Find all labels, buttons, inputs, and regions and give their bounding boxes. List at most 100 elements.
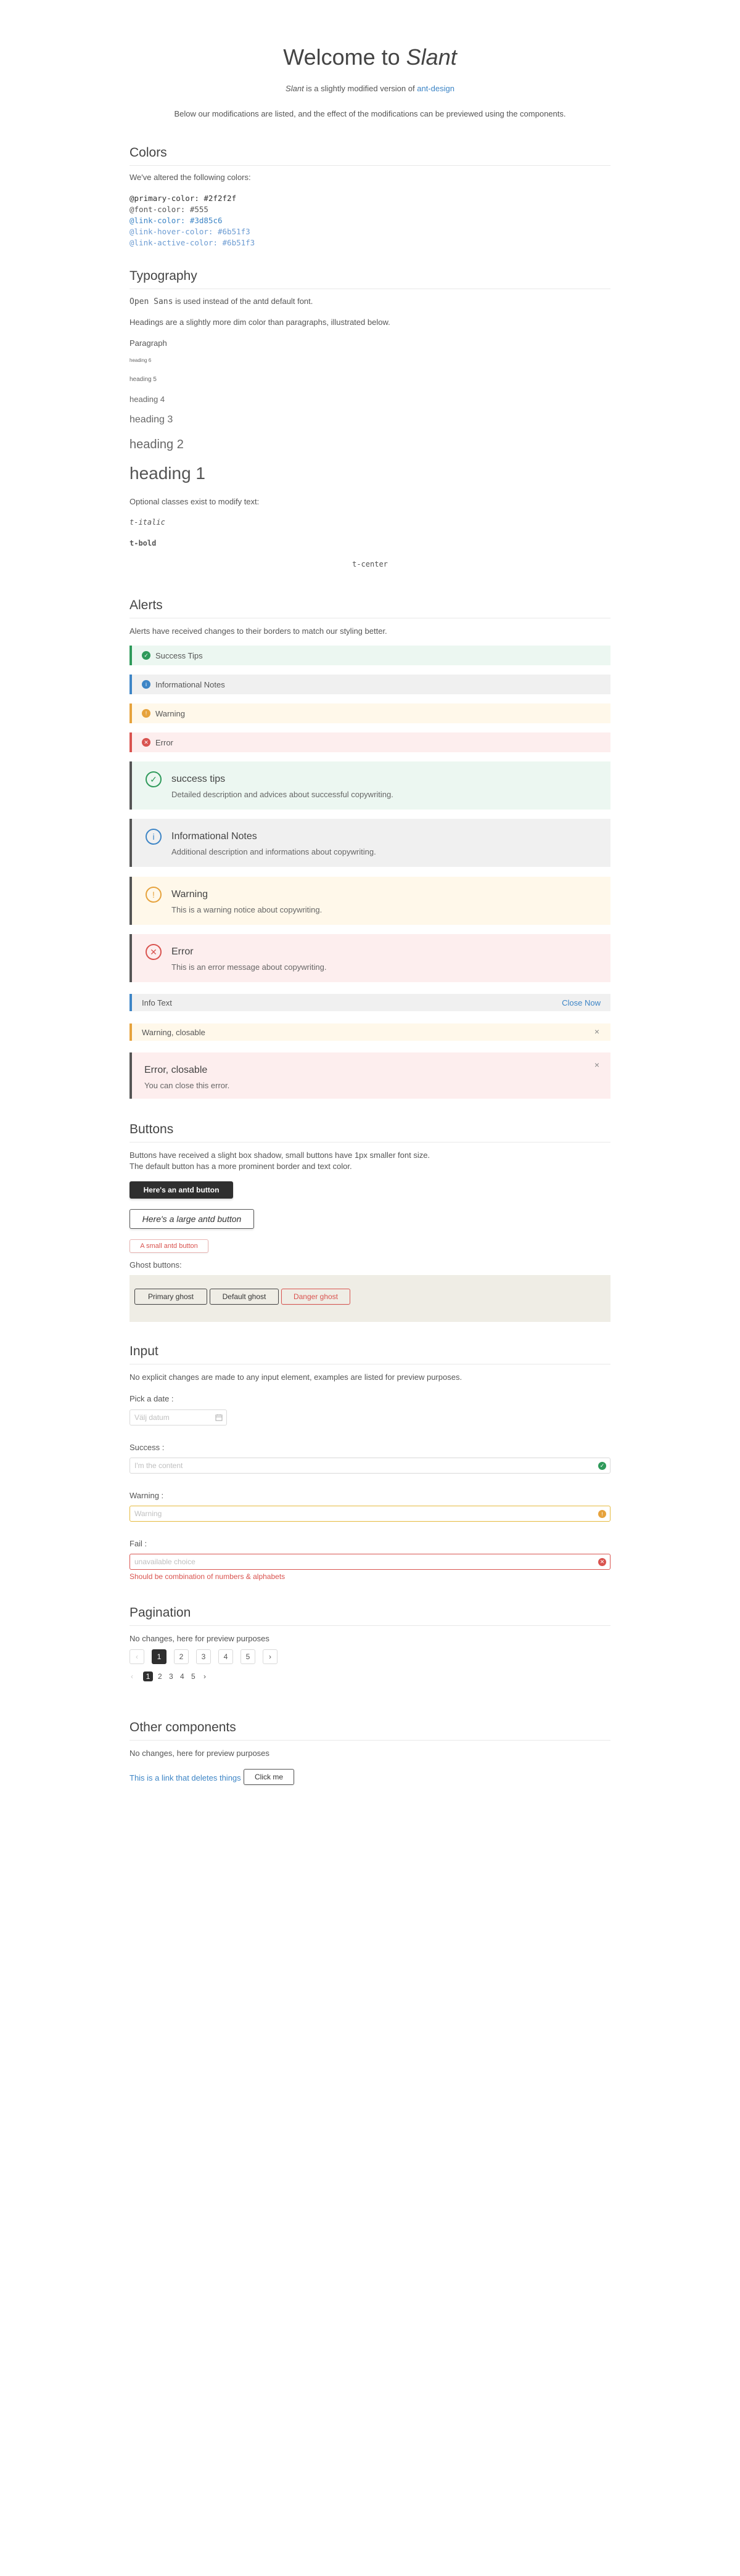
close-circle-icon: ✕: [142, 738, 150, 747]
page-button[interactable]: 2: [174, 1649, 189, 1664]
warning-input[interactable]: Warning !: [130, 1506, 610, 1522]
alert-title: Error: [171, 946, 194, 957]
alert-warning-text: Warning: [155, 708, 185, 718]
close-now-link[interactable]: Close Now: [562, 998, 601, 1007]
page-button[interactable]: 4: [218, 1649, 233, 1664]
other-components-heading: Other components: [130, 1720, 610, 1741]
alerts-heading: Alerts: [130, 598, 610, 618]
page-button[interactable]: 3: [169, 1672, 173, 1681]
alert-success: ✓ Success Tips: [130, 646, 610, 665]
fail-label: Fail :: [130, 1539, 147, 1548]
page-button[interactable]: 3: [196, 1649, 211, 1664]
primary-ghost-button[interactable]: Primary ghost: [134, 1289, 207, 1305]
buttons-desc-2: The default button has a more prominent …: [130, 1162, 352, 1171]
alert-title: Warning: [171, 889, 208, 900]
exclamation-circle-icon: !: [146, 887, 162, 903]
date-picker[interactable]: Välj datum: [130, 1409, 227, 1425]
alert-info-detailed: i Informational Notes Additional descrip…: [130, 819, 610, 867]
next-page-button[interactable]: ›: [204, 1672, 206, 1681]
page-button[interactable]: 1: [152, 1649, 166, 1664]
success-label: Success :: [130, 1443, 165, 1452]
check-circle-icon: ✓: [142, 651, 150, 660]
ant-design-link[interactable]: ant-design: [417, 84, 454, 93]
color-variable-line: @link-active-color: #6b51f3: [130, 238, 255, 247]
calendar-icon: [215, 1414, 223, 1421]
paragraph-sample: Paragraph: [130, 338, 167, 348]
success-placeholder: I'm the content: [134, 1461, 183, 1470]
alert-description: This is a warning notice about copywriti…: [171, 905, 323, 914]
info-circle-icon: i: [142, 680, 150, 689]
bold-sample: t-bold: [130, 539, 157, 548]
alert-title: Informational Notes: [171, 831, 257, 842]
pagination-intro: No changes, here for preview purposes: [130, 1634, 269, 1643]
alert-title: success tips: [171, 774, 226, 784]
alert-description: This is an error message about copywriti…: [171, 962, 327, 972]
prev-page-button[interactable]: ‹: [131, 1672, 133, 1681]
page-button[interactable]: 2: [158, 1672, 162, 1681]
prev-page-button[interactable]: ‹: [130, 1649, 144, 1664]
alert-error-detailed: ✕ Error This is an error message about c…: [130, 934, 610, 982]
delete-link[interactable]: This is a link that deletes things: [130, 1773, 241, 1782]
heading-2-sample: heading 2: [130, 438, 184, 451]
close-icon[interactable]: ×: [594, 1060, 599, 1070]
alerts-intro: Alerts have received changes to their bo…: [130, 626, 387, 636]
alert-info-text: Informational Notes: [155, 679, 225, 689]
page-button[interactable]: 4: [180, 1672, 184, 1681]
intro-subtext: Below our modifications are listed, and …: [174, 109, 566, 118]
italic-sample: t-italic: [130, 518, 165, 527]
heading-3-sample: heading 3: [130, 414, 173, 425]
exclamation-circle-icon: !: [598, 1510, 606, 1518]
heading-1-sample: heading 1: [130, 464, 206, 483]
alert-description: Detailed description and advices about s…: [171, 790, 393, 799]
color-variable-line: @primary-color: #2f2f2f: [130, 194, 237, 203]
other-intro: No changes, here for preview purposes: [130, 1749, 269, 1758]
warning-label: Warning :: [130, 1491, 164, 1500]
click-me-button[interactable]: Click me: [244, 1769, 294, 1785]
alert-warning-detailed: ! Warning This is a warning notice about…: [130, 877, 610, 925]
fail-input[interactable]: unavailable choice ✕: [130, 1554, 610, 1570]
color-variable-line: @font-color: #555: [130, 205, 208, 214]
small-danger-button[interactable]: A small antd button: [130, 1239, 208, 1253]
page-button[interactable]: 5: [191, 1672, 195, 1681]
heading-4-sample: heading 4: [130, 395, 165, 404]
intro-text: Slant is a slightly modified version of …: [286, 84, 454, 93]
alert-description: Additional description and informations …: [171, 847, 376, 856]
buttons-desc-1: Buttons have received a slight box shado…: [130, 1151, 430, 1160]
optional-classes-note: Optional classes exist to modify text:: [130, 497, 260, 506]
color-variable-line: @link-hover-color: #6b51f3: [130, 227, 250, 236]
alert-error-text: Error: [155, 737, 173, 747]
alert-info-text: Info Text: [142, 998, 172, 1007]
buttons-heading: Buttons: [130, 1122, 610, 1142]
color-variable-line: @link-color: #3d85c6: [130, 216, 223, 225]
page-button[interactable]: 1: [143, 1672, 153, 1681]
next-page-button[interactable]: ›: [263, 1649, 278, 1664]
large-button[interactable]: Here's a large antd button: [130, 1209, 254, 1229]
warning-placeholder: Warning: [134, 1509, 162, 1518]
input-intro: No explicit changes are made to any inpu…: [130, 1372, 462, 1382]
pagination-heading: Pagination: [130, 1606, 610, 1626]
check-circle-icon: ✓: [146, 771, 162, 787]
date-placeholder: Välj datum: [134, 1413, 170, 1422]
alert-error-closable: Error, closable You can close this error…: [130, 1052, 610, 1099]
alert-success-text: Success Tips: [155, 650, 203, 660]
alert-info-closable: Info Text Close Now: [130, 994, 610, 1011]
danger-ghost-button[interactable]: Danger ghost: [281, 1289, 350, 1305]
default-ghost-button[interactable]: Default ghost: [210, 1289, 279, 1305]
page-title: Welcome to Slant: [283, 44, 457, 70]
alert-success-detailed: ✓ success tips Detailed description and …: [130, 761, 610, 810]
close-circle-icon: ✕: [598, 1558, 606, 1566]
close-circle-icon: ✕: [146, 944, 162, 960]
alert-warning-text: Warning, closable: [142, 1027, 205, 1037]
heading-5-sample: heading 5: [130, 376, 157, 383]
alert-description: You can close this error.: [144, 1081, 230, 1090]
success-input[interactable]: I'm the content ✓: [130, 1458, 610, 1474]
alert-title: Error, closable: [144, 1065, 208, 1075]
fail-placeholder: unavailable choice: [134, 1557, 195, 1566]
primary-button[interactable]: Here's an antd button: [130, 1181, 233, 1199]
ghost-buttons-label: Ghost buttons:: [130, 1260, 182, 1270]
close-icon[interactable]: ×: [594, 1027, 599, 1036]
page-button[interactable]: 5: [240, 1649, 255, 1664]
headings-note: Headings are a slightly more dim color t…: [130, 318, 390, 327]
ghost-buttons-panel: Primary ghost Default ghost Danger ghost: [130, 1275, 610, 1322]
alert-warning-closable: Warning, closable ×: [130, 1023, 610, 1041]
